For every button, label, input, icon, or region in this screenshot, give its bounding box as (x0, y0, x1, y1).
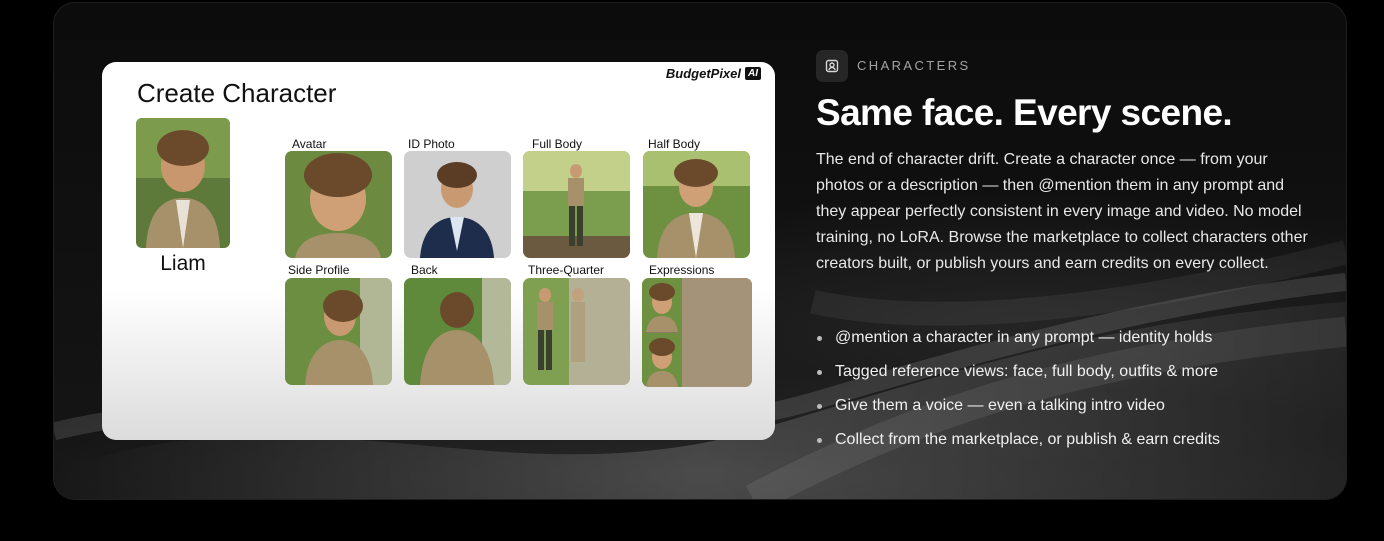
feature-item: Tagged reference views: face, full body,… (816, 361, 1220, 395)
card-title: Create Character (137, 78, 337, 108)
view-back[interactable] (404, 278, 511, 385)
view-id-photo[interactable] (404, 151, 511, 258)
section-eyebrow: CHARACTERS (857, 58, 971, 73)
feature-item: Collect from the marketplace, or publish… (816, 429, 1220, 463)
feature-text: Give them a voice — even a talking intro… (835, 397, 1165, 414)
brand-logo: BudgetPixel AI (666, 66, 761, 81)
view-full-body[interactable] (523, 151, 630, 258)
section-description: The end of character drift. Create a cha… (816, 151, 1308, 272)
view-half-body[interactable] (643, 151, 750, 258)
feature-text: Collect from the marketplace, or publish… (835, 431, 1221, 448)
feature-item: @mention a character in any prompt — ide… (816, 327, 1220, 361)
bullet-dot-icon (817, 404, 822, 409)
view-label-full-body: Full Body (532, 137, 583, 151)
bullet-dot-icon (817, 336, 822, 341)
character-card: Create Character BudgetPixel AI Liam Ava… (102, 62, 775, 440)
brand-badge: AI (745, 67, 761, 80)
view-label-expressions: Expressions (649, 263, 715, 277)
character-name: Liam (160, 252, 206, 275)
view-side-profile[interactable] (285, 278, 392, 385)
section-headline: Same face. Every scene. (816, 92, 1233, 133)
view-label-side-profile: Side Profile (288, 263, 350, 277)
view-label-avatar: Avatar (292, 137, 327, 151)
view-label-back: Back (411, 263, 438, 277)
view-label-three-quarter: Three-Quarter (528, 263, 605, 277)
view-label-id-photo: ID Photo (408, 137, 455, 151)
feature-text: Tagged reference views: face, full body,… (835, 363, 1219, 380)
feature-text: @mention a character in any prompt — ide… (835, 329, 1213, 346)
view-avatar[interactable] (285, 151, 392, 258)
view-expressions[interactable] (642, 278, 752, 387)
bullet-dot-icon (817, 370, 822, 375)
view-three-quarter[interactable] (523, 278, 630, 385)
character-portrait[interactable] (136, 118, 230, 248)
brand-name: BudgetPixel (665, 66, 741, 81)
bullet-dot-icon (817, 438, 822, 443)
character-id-icon (816, 50, 848, 82)
feature-list: @mention a character in any prompt — ide… (816, 327, 1220, 463)
view-label-half-body: Half Body (648, 137, 701, 151)
feature-item: Give them a voice — even a talking intro… (816, 395, 1220, 429)
